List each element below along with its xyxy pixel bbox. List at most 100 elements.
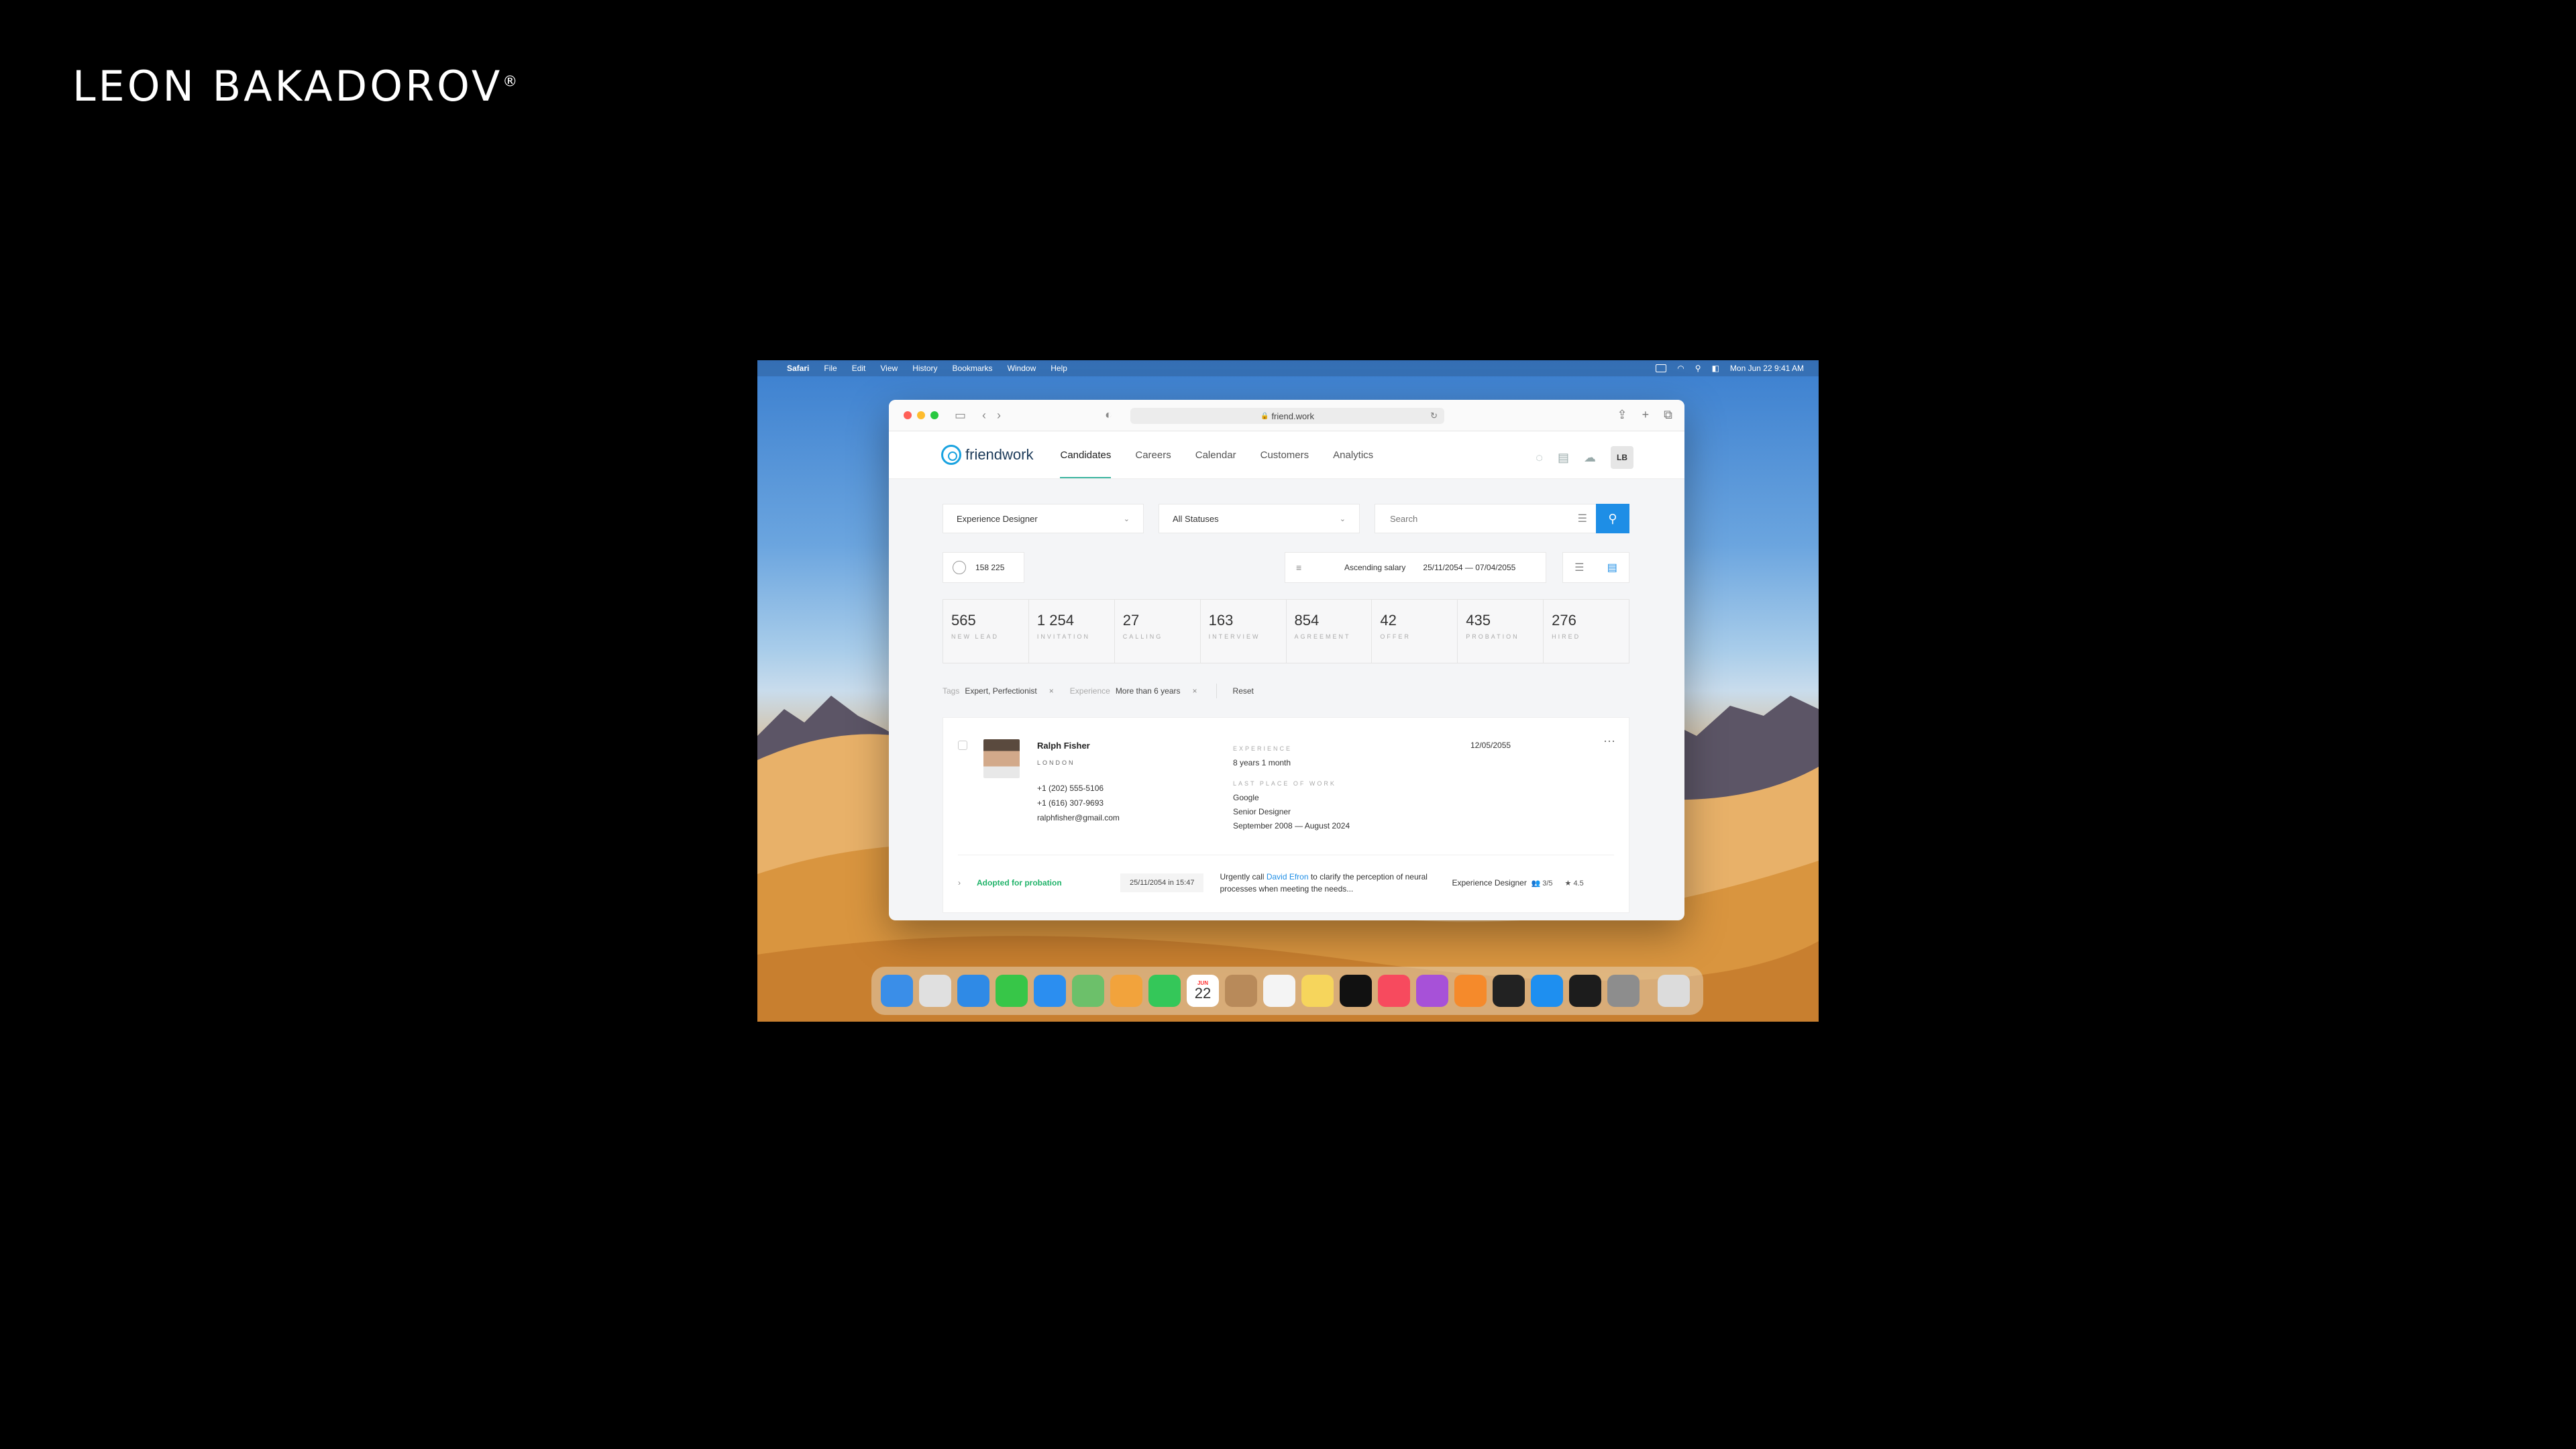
divider [1216,684,1217,698]
note-mention-link[interactable]: David Efron [1267,872,1309,881]
menubar-clock[interactable]: Mon Jun 22 9:41 AM [1730,364,1804,373]
voice-memos-icon[interactable] [1493,975,1525,1007]
system-preferences-icon[interactable] [1607,975,1640,1007]
sort-box[interactable]: ≡ Ascending salary 25/11/2054 — 07/04/20… [1285,552,1546,583]
status-label[interactable]: Adopted for probation [977,878,1120,888]
document-icon[interactable]: ▤ [1558,451,1569,465]
stage-calling[interactable]: 27 CALLING [1115,600,1201,663]
search-input[interactable] [1389,513,1552,525]
remove-experience-filter-icon[interactable]: × [1193,686,1197,696]
back-icon[interactable]: ‹ [982,409,986,423]
tv-icon[interactable] [1340,975,1372,1007]
chevron-right-icon[interactable]: › [958,878,961,888]
stage-new-lead[interactable]: 565 NEW LEAD [943,600,1029,663]
stage-invitation[interactable]: 1 254 INVITATION [1029,600,1115,663]
search-button[interactable]: ⚲ [1596,504,1629,533]
sort-icon[interactable]: ≡ [1296,562,1328,573]
address-bar[interactable]: 🔒 friend.work ↻ [1130,408,1444,424]
battery-icon[interactable] [1656,364,1667,372]
phone-primary[interactable]: +1 (202) 555-5106 [1037,781,1120,796]
launchpad-icon[interactable] [919,975,951,1007]
finder-icon[interactable] [881,975,913,1007]
facetime-icon[interactable] [1148,975,1181,1007]
candidate-card[interactable]: Ralph Fisher LONDON +1 (202) 555-5106 +1… [943,717,1629,913]
tab-overview-icon[interactable]: ⧉ [1664,408,1672,422]
friendwork-logo[interactable]: friendwork [941,445,1033,465]
close-window-button[interactable] [904,411,912,419]
chat-icon[interactable]: ◌ [1536,451,1543,465]
new-tab-icon[interactable]: + [1642,408,1650,422]
tab-calendar[interactable]: Calendar [1195,431,1236,478]
card-footer: › Adopted for probation 25/11/2054 in 15… [958,869,1614,896]
share-icon[interactable]: ⇪ [1617,408,1627,422]
terminal-icon[interactable] [1569,975,1601,1007]
maps-icon[interactable] [1072,975,1104,1007]
menu-window[interactable]: Window [1008,364,1036,373]
stage-agreement[interactable]: 854 AGREEMENT [1287,600,1373,663]
user-avatar[interactable]: LB [1611,446,1633,469]
dock: JUN 22 [871,967,1703,1015]
control-center-icon[interactable]: ◧ [1712,364,1719,373]
safari-icon[interactable] [957,975,989,1007]
stage-label: NEW LEAD [951,633,1000,640]
stage-offer[interactable]: 42 OFFER [1372,600,1458,663]
filter-settings-icon[interactable]: ☰ [1578,512,1587,525]
wifi-icon[interactable]: ◠ [1677,364,1684,373]
spotlight-icon[interactable]: ⚲ [1695,364,1701,373]
candidate-name[interactable]: Ralph Fisher [1037,741,1090,751]
mail-icon[interactable] [1034,975,1066,1007]
music-icon[interactable] [1378,975,1410,1007]
menu-view[interactable]: View [880,364,898,373]
date-range[interactable]: 25/11/2054 — 07/04/2055 [1423,563,1515,572]
podcasts-icon[interactable] [1416,975,1448,1007]
star-icon: ★ [1564,879,1574,888]
photos-icon[interactable] [1110,975,1142,1007]
reset-button[interactable]: Reset [1233,686,1254,696]
vacancy-select[interactable]: Experience Designer ⌄ [943,504,1144,533]
experience-block: EXPERIENCE 8 years 1 month LAST PLACE OF… [1233,742,1350,833]
tags-value: Expert, Perfectionist [965,686,1037,696]
vacancy-role: Experience Designer [1452,878,1527,888]
zoom-window-button[interactable] [930,411,938,419]
trash-icon[interactable] [1658,975,1690,1007]
status-select[interactable]: All Statuses ⌄ [1159,504,1360,533]
menu-history[interactable]: History [912,364,937,373]
stage-probation[interactable]: 435 PROBATION [1458,600,1544,663]
phone-secondary[interactable]: +1 (616) 307-9693 [1037,796,1120,810]
forward-icon[interactable]: › [997,409,1001,423]
books-icon[interactable] [1454,975,1487,1007]
contacts-icon[interactable] [1225,975,1257,1007]
menu-help[interactable]: Help [1051,364,1067,373]
tab-careers[interactable]: Careers [1135,431,1171,478]
notes-icon[interactable] [1301,975,1334,1007]
stage-hired[interactable]: 276 HIRED [1544,600,1629,663]
candidate-date: 12/05/2055 [1470,741,1511,750]
more-options-icon[interactable]: ··· [1603,734,1615,748]
reminders-icon[interactable] [1263,975,1295,1007]
experience-value: More than 6 years [1115,686,1181,696]
company: Google [1233,793,1259,802]
reload-icon[interactable]: ↻ [1430,411,1438,421]
menu-file[interactable]: File [824,364,837,373]
card-view-icon[interactable]: ▤ [1607,561,1617,574]
menu-edit[interactable]: Edit [852,364,866,373]
calendar-icon[interactable]: JUN 22 [1187,975,1219,1007]
email-link[interactable]: ralphfisher@gmail.com [1037,810,1120,825]
app-store-icon[interactable] [1531,975,1563,1007]
sidebar-toggle-icon[interactable]: ▭ [955,409,966,423]
select-checkbox[interactable] [958,741,967,750]
sort-label[interactable]: Ascending salary [1344,563,1405,572]
stage-interview[interactable]: 163 INTERVIEW [1201,600,1287,663]
menu-safari[interactable]: Safari [787,364,809,373]
remove-tags-filter-icon[interactable]: × [1049,686,1054,696]
tab-candidates[interactable]: Candidates [1060,431,1112,478]
experience-heading: EXPERIENCE [1233,745,1293,752]
privacy-shield-icon[interactable]: ◐ [1105,408,1112,422]
list-view-icon[interactable]: ☰ [1574,561,1584,574]
tab-analytics[interactable]: Analytics [1333,431,1373,478]
tab-customers[interactable]: Customers [1260,431,1309,478]
cloud-icon[interactable]: ☁ [1584,451,1596,465]
menu-bookmarks[interactable]: Bookmarks [953,364,993,373]
messages-icon[interactable] [996,975,1028,1007]
minimize-window-button[interactable] [917,411,925,419]
